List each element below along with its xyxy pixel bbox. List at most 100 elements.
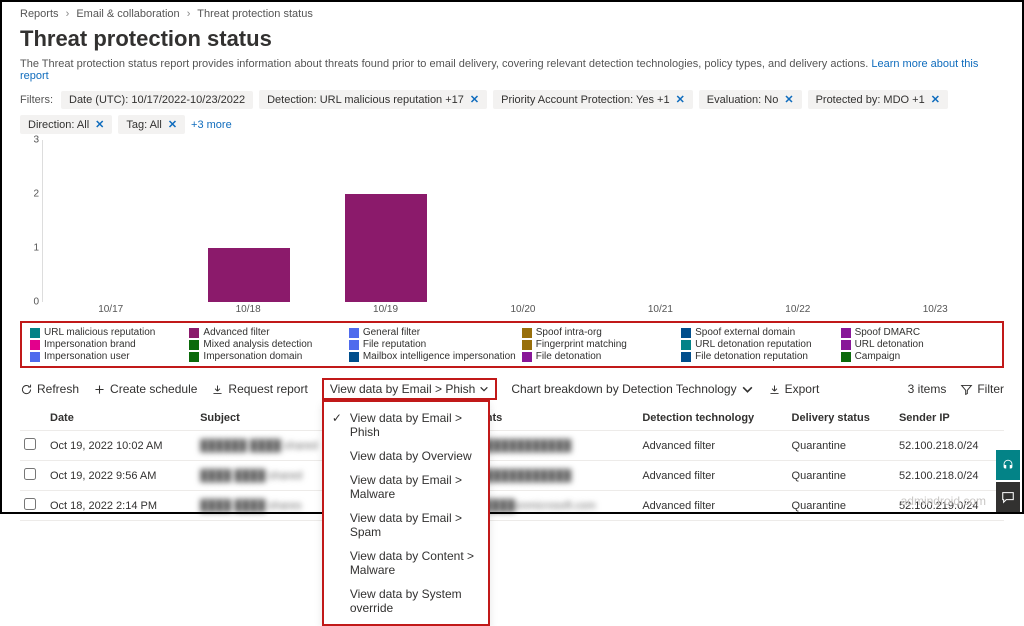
create-schedule-button[interactable]: Create schedule: [93, 382, 197, 396]
legend-item[interactable]: Impersonation brand: [30, 339, 183, 350]
col-detection[interactable]: Detection technology: [638, 406, 787, 431]
row-checkbox[interactable]: [24, 468, 36, 480]
chart-breakdown-dropdown[interactable]: Chart breakdown by Detection Technology: [511, 382, 753, 396]
dropdown-option[interactable]: View data by Email > Spam: [324, 506, 488, 544]
legend-swatch: [30, 328, 40, 338]
filter-pill-priority[interactable]: Priority Account Protection: Yes +1 ✕: [493, 90, 693, 109]
chevron-down-icon: [741, 383, 754, 396]
cell-detection: Advanced filter: [638, 431, 787, 461]
pill-text: Tag: All: [126, 119, 161, 131]
filter-pill-evaluation[interactable]: Evaluation: No✕: [699, 90, 802, 109]
row-checkbox[interactable]: [24, 498, 36, 510]
legend-item[interactable]: File detonation reputation: [681, 351, 834, 362]
cell-date: Oct 19, 2022 10:02 AM: [46, 431, 196, 461]
filter-icon: [960, 383, 973, 396]
feedback-tab[interactable]: [996, 482, 1020, 512]
breadcrumb-item[interactable]: Reports: [20, 8, 59, 20]
bar-column: [867, 140, 1004, 302]
legend-swatch: [189, 328, 199, 338]
dropdown-option[interactable]: View data by Content > Malware: [324, 544, 488, 582]
legend-label: Fingerprint matching: [536, 339, 627, 350]
x-tick-label: 10/19: [317, 302, 454, 315]
button-label: Create schedule: [110, 382, 197, 396]
plot-area: [43, 140, 1004, 302]
x-tick-label: 10/18: [179, 302, 316, 315]
x-tick-label: 10/23: [867, 302, 1004, 315]
filters-more-link[interactable]: +3 more: [191, 119, 232, 131]
x-axis: 10/1710/1810/1910/2010/2110/2210/23: [42, 302, 1004, 315]
legend-swatch: [189, 352, 199, 362]
help-tab[interactable]: [996, 450, 1020, 480]
row-checkbox[interactable]: [24, 438, 36, 450]
cell-delivery: Quarantine: [788, 431, 895, 461]
request-report-button[interactable]: Request report: [211, 382, 307, 396]
legend-item[interactable]: Impersonation domain: [189, 351, 342, 362]
legend-item[interactable]: Spoof DMARC: [841, 327, 994, 338]
filter-pill-direction[interactable]: Direction: All✕: [20, 115, 112, 134]
filter-pill-date[interactable]: Date (UTC): 10/17/2022-10/23/2022: [61, 91, 253, 109]
legend-item[interactable]: Advanced filter: [189, 327, 342, 338]
legend-swatch: [681, 352, 691, 362]
pill-text: Detection: URL malicious reputation +17: [267, 94, 464, 106]
refresh-button[interactable]: Refresh: [20, 382, 79, 396]
legend-label: URL detonation reputation: [695, 339, 811, 350]
table-row[interactable]: Oct 19, 2022 9:56 AM████ ████ sharedd.on…: [20, 461, 1004, 491]
export-button[interactable]: Export: [768, 382, 820, 396]
bar[interactable]: [208, 248, 290, 302]
legend-label: Mailbox intelligence impersonation: [363, 351, 516, 362]
legend-item[interactable]: Impersonation user: [30, 351, 183, 362]
dropdown-option[interactable]: View data by Email > Phish: [324, 406, 488, 444]
filter-button[interactable]: Filter: [960, 382, 1004, 396]
legend-item[interactable]: URL malicious reputation: [30, 327, 183, 338]
pill-text: Priority Account Protection: Yes +1: [501, 94, 669, 106]
table-row[interactable]: Oct 18, 2022 2:14 PM████ ████ sharescomg…: [20, 491, 1004, 521]
view-data-menu: View data by Email > PhishView data by O…: [322, 400, 490, 626]
legend-item[interactable]: Spoof external domain: [681, 327, 834, 338]
dropdown-option[interactable]: View data by Email > Malware: [324, 468, 488, 506]
bar[interactable]: [345, 194, 427, 302]
legend-item[interactable]: URL detonation reputation: [681, 339, 834, 350]
results-table: Date Subject Recipients Detection techno…: [20, 406, 1004, 521]
legend-swatch: [30, 340, 40, 350]
dropdown-option[interactable]: View data by Overview: [324, 444, 488, 468]
legend-item[interactable]: File reputation: [349, 339, 516, 350]
bar-column: [729, 140, 866, 302]
side-tabs: [996, 448, 1020, 512]
filter-pill-detection[interactable]: Detection: URL malicious reputation +17 ✕: [259, 90, 487, 109]
view-data-dropdown[interactable]: View data by Email > Phish View data by …: [322, 378, 498, 400]
legend-item[interactable]: Mailbox intelligence impersonation: [349, 351, 516, 362]
legend-item[interactable]: Campaign: [841, 351, 994, 362]
close-icon[interactable]: ✕: [676, 93, 685, 106]
close-icon[interactable]: ✕: [168, 118, 177, 131]
col-delivery[interactable]: Delivery status: [788, 406, 895, 431]
button-label: Request report: [228, 382, 307, 396]
breadcrumb: Reports › Email & collaboration › Threat…: [2, 2, 1022, 22]
legend-swatch: [522, 352, 532, 362]
plus-icon: [93, 383, 106, 396]
cell-delivery: Quarantine: [788, 491, 895, 521]
cell-delivery: Quarantine: [788, 461, 895, 491]
legend-swatch: [841, 328, 851, 338]
col-date[interactable]: Date: [46, 406, 196, 431]
close-icon[interactable]: ✕: [470, 93, 479, 106]
legend-item[interactable]: URL detonation: [841, 339, 994, 350]
legend-item[interactable]: Spoof intra-org: [522, 327, 675, 338]
filter-pill-tag[interactable]: Tag: All ✕: [118, 115, 185, 134]
chart-legend: URL malicious reputation Advanced filter G…: [20, 321, 1004, 368]
breadcrumb-item[interactable]: Email & collaboration: [76, 8, 179, 20]
legend-item[interactable]: Mixed analysis detection: [189, 339, 342, 350]
close-icon[interactable]: ✕: [95, 118, 104, 131]
col-sender-ip[interactable]: Sender IP: [895, 406, 1004, 431]
cell-ip: 52.100.218.0/24: [895, 431, 1004, 461]
legend-item[interactable]: File detonation: [522, 351, 675, 362]
download-icon: [211, 383, 224, 396]
close-icon[interactable]: ✕: [931, 93, 940, 106]
legend-item[interactable]: Fingerprint matching: [522, 339, 675, 350]
close-icon[interactable]: ✕: [784, 93, 793, 106]
legend-item[interactable]: General filter: [349, 327, 516, 338]
table-row[interactable]: Oct 19, 2022 10:02 AM██████ ████ sharedd…: [20, 431, 1004, 461]
dropdown-option[interactable]: View data by System override: [324, 582, 488, 620]
filter-pill-protected[interactable]: Protected by: MDO +1✕: [808, 90, 948, 109]
dropdown-label: View data by Email > Phish: [330, 382, 476, 396]
bar-column: [592, 140, 729, 302]
